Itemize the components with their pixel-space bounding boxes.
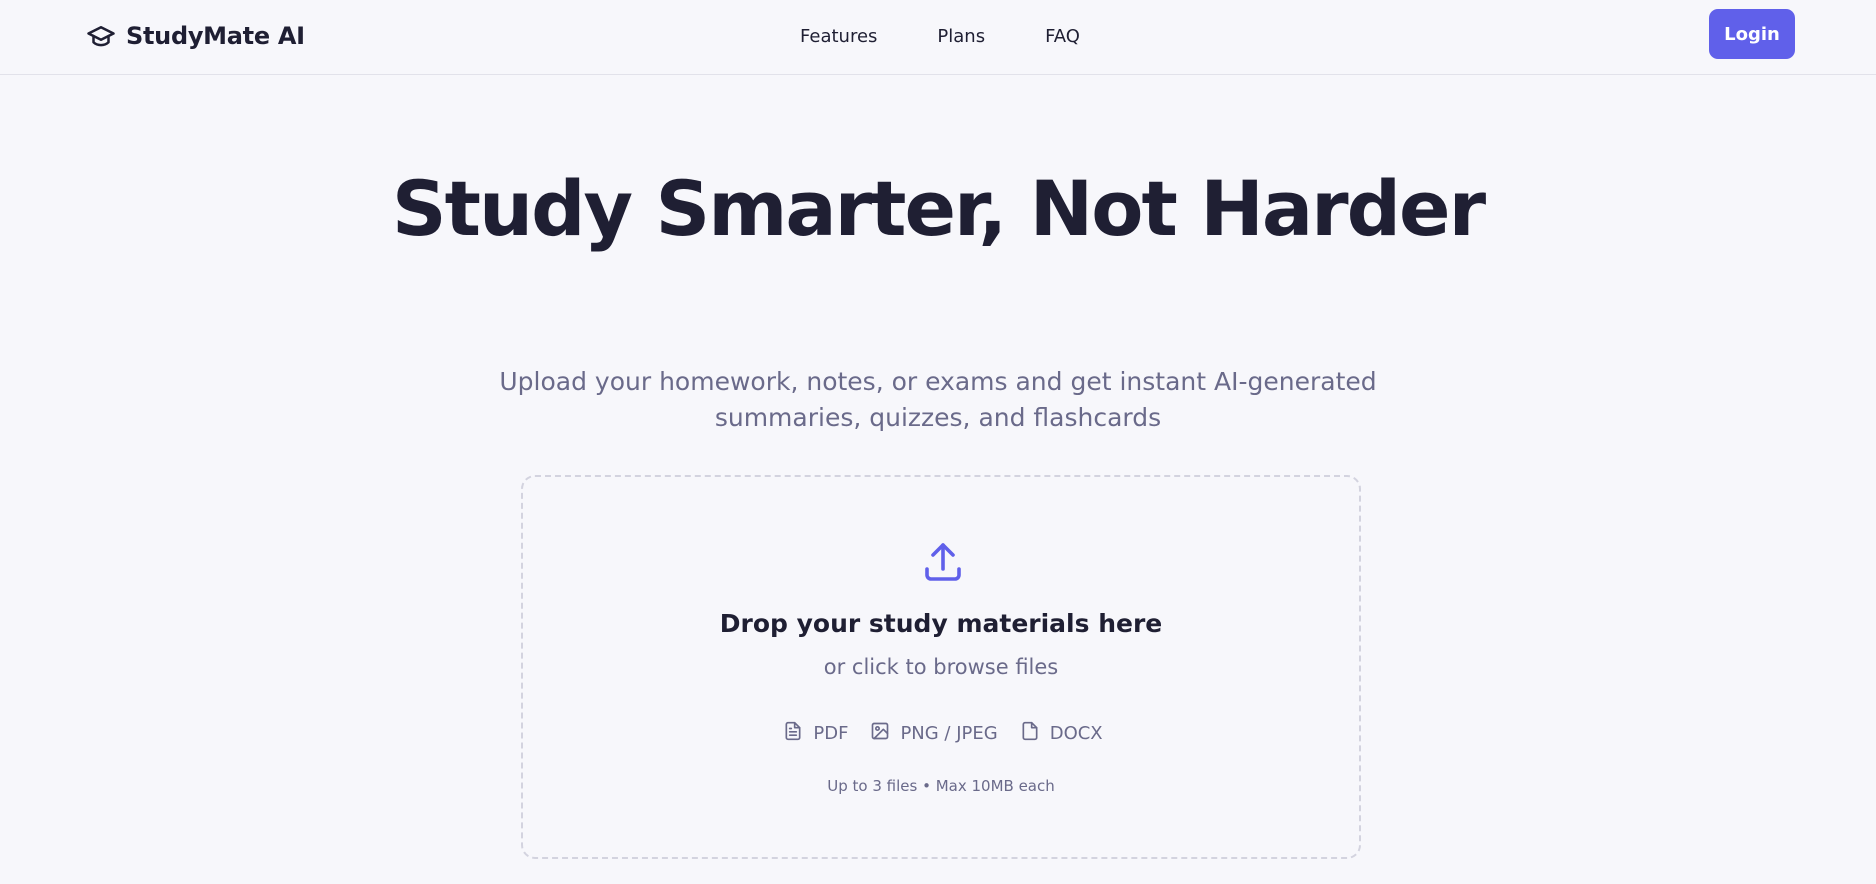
upload-limits: Up to 3 files • Max 10MB each (827, 777, 1055, 795)
file-dropzone[interactable]: Drop your study materials here or click … (521, 475, 1361, 859)
format-label: DOCX (1049, 723, 1103, 744)
hero-title: Study Smarter, Not Harder (391, 164, 1486, 253)
format-pdf: PDF (783, 721, 848, 746)
format-label: PDF (813, 723, 849, 744)
format-label: PNG / JPEG (900, 723, 998, 744)
login-button[interactable]: Login (1709, 9, 1795, 59)
dropzone-title: Drop your study materials here (719, 609, 1163, 638)
image-icon (870, 721, 890, 746)
document-icon (783, 721, 803, 746)
nav-link-plans[interactable]: Plans (937, 20, 985, 54)
nav-link-features[interactable]: Features (800, 20, 877, 54)
format-image: PNG / JPEG (870, 721, 998, 746)
top-navbar: StudyMate AI Features Plans FAQ Login (0, 0, 1876, 75)
supported-formats: PDF PNG / JPEG DOCX (523, 721, 1359, 746)
graduation-cap-icon (86, 21, 116, 51)
nav-link-faq[interactable]: FAQ (1045, 20, 1080, 54)
format-docx: DOCX (1020, 721, 1103, 746)
brand-logo[interactable]: StudyMate AI (86, 18, 305, 54)
brand-name: StudyMate AI (126, 22, 305, 50)
file-icon (1020, 721, 1040, 746)
browse-files-link[interactable]: or click to browse files (523, 655, 1359, 679)
upload-icon (919, 539, 967, 587)
hero-subtitle: Upload your homework, notes, or exams an… (499, 367, 1377, 432)
